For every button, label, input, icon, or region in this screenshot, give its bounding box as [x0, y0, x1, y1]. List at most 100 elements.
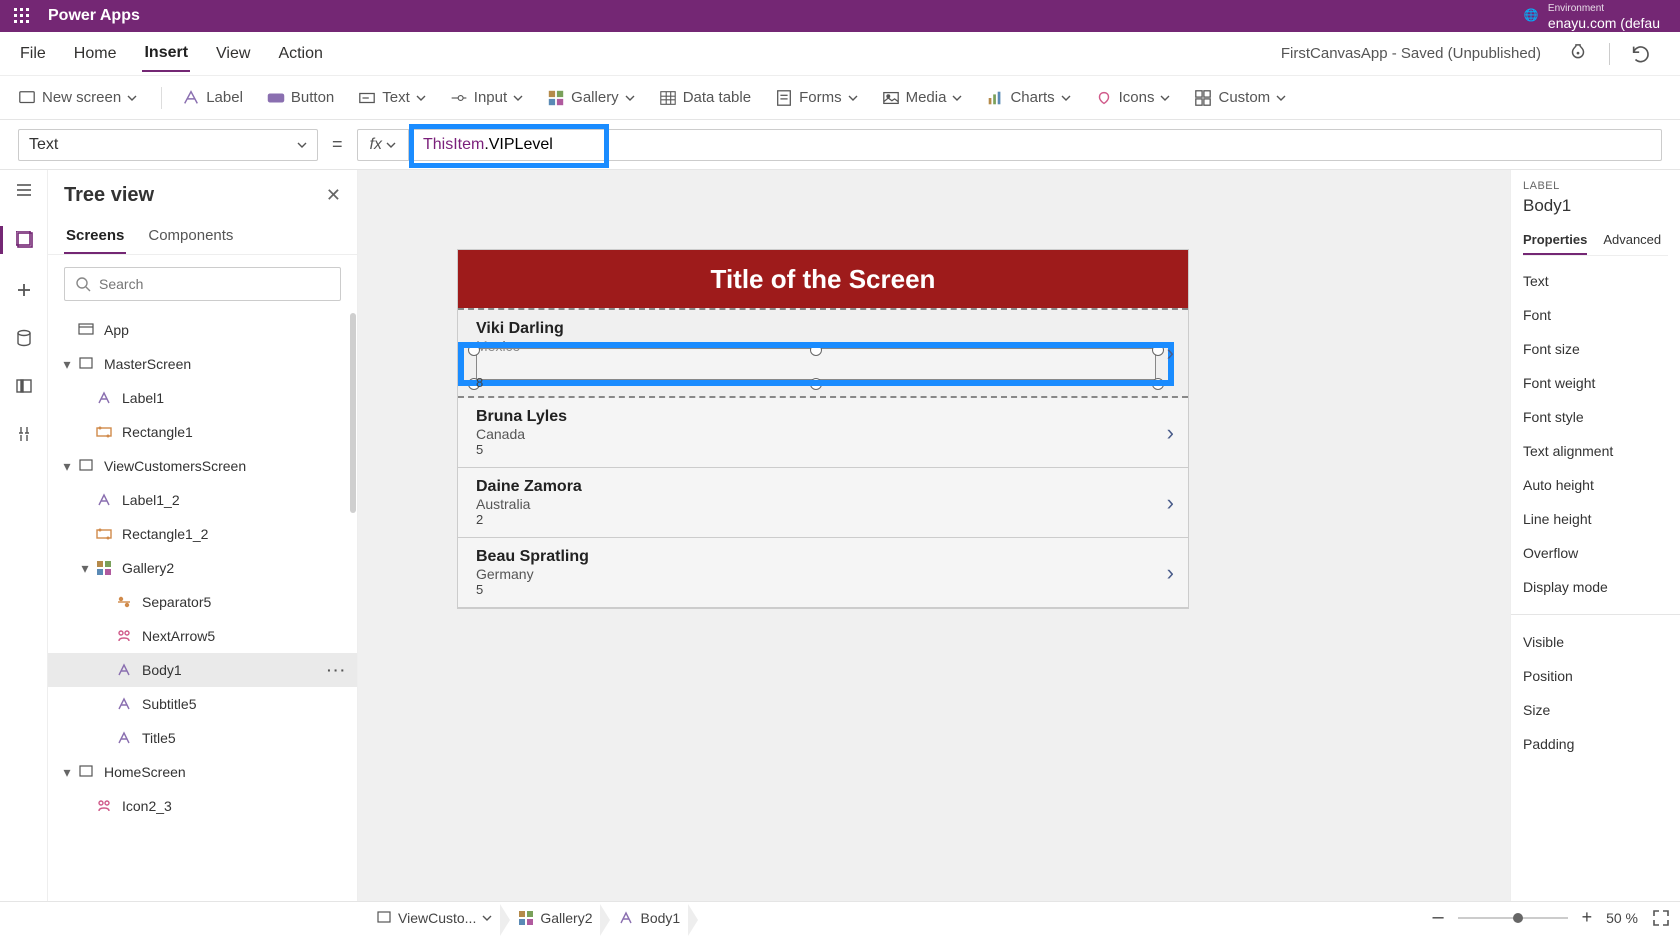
formula-input[interactable]: ThisItem.VIPLevel: [409, 130, 1661, 160]
prop-padding[interactable]: Padding: [1523, 727, 1668, 761]
app-checker-icon[interactable]: [1567, 43, 1589, 65]
prop-auto-height[interactable]: Auto height: [1523, 468, 1668, 502]
chevron-right-icon[interactable]: ›: [1167, 420, 1174, 446]
prop-font-size[interactable]: Font size: [1523, 332, 1668, 366]
gallery-item[interactable]: Daine ZamoraAustralia2›: [458, 468, 1188, 538]
zoom-out-button[interactable]: –: [1432, 906, 1443, 929]
tab-screens[interactable]: Screens: [64, 219, 126, 254]
menu-home[interactable]: Home: [72, 37, 119, 71]
scrollbar[interactable]: [349, 313, 357, 901]
ribbon-gallery[interactable]: Gallery: [547, 89, 635, 107]
screen-preview[interactable]: Title of the Screen Viki DarlingMexico8›…: [458, 250, 1188, 608]
menu-view[interactable]: View: [214, 37, 252, 71]
gallery-item[interactable]: Viki DarlingMexico8›: [458, 308, 1188, 398]
ribbon-input[interactable]: Input: [450, 89, 523, 107]
expand-icon[interactable]: ▾: [58, 764, 76, 781]
hamburger-icon[interactable]: [12, 178, 36, 202]
prop-text-alignment[interactable]: Text alignment: [1523, 434, 1668, 468]
chevron-down-icon: [386, 140, 396, 150]
zoom-slider[interactable]: [1458, 917, 1568, 919]
fx-button[interactable]: fx: [358, 130, 409, 160]
data-icon[interactable]: [12, 326, 36, 350]
prop-text[interactable]: Text: [1523, 264, 1668, 298]
prop-font[interactable]: Font: [1523, 298, 1668, 332]
ribbon-button[interactable]: Button: [267, 89, 334, 107]
expand-icon[interactable]: ▾: [58, 356, 76, 373]
ribbon-icons[interactable]: Icons: [1095, 89, 1171, 107]
ribbon-media[interactable]: Media: [882, 89, 963, 107]
selected-body-control[interactable]: [458, 342, 1174, 386]
canvas[interactable]: Title of the Screen Viki DarlingMexico8›…: [358, 170, 1510, 901]
tree-node-app[interactable]: App: [48, 313, 357, 347]
more-icon[interactable]: ···: [327, 662, 347, 678]
tree-node-title5[interactable]: Title5: [48, 721, 357, 755]
tree-node-label: Body1: [142, 662, 182, 678]
environment-block[interactable]: 🌐 Environment enayu.com (defau: [1524, 2, 1670, 30]
tree-node-separator5[interactable]: Separator5: [48, 585, 357, 619]
tree-list[interactable]: App▾MasterScreenLabel1Rectangle1▾ViewCus…: [48, 313, 357, 901]
media-panel-icon[interactable]: [12, 374, 36, 398]
tree-search[interactable]: [64, 267, 341, 301]
breadcrumb-item[interactable]: Gallery2: [510, 910, 600, 926]
menu-action[interactable]: Action: [276, 37, 324, 71]
ribbon-forms[interactable]: Forms: [775, 89, 858, 107]
tree-node-body1[interactable]: Body1 ···: [48, 653, 357, 687]
gallery-item[interactable]: Bruna LylesCanada5›: [458, 398, 1188, 468]
fit-to-screen-icon[interactable]: [1652, 909, 1670, 927]
breadcrumb-item[interactable]: Body1: [610, 910, 688, 926]
ribbon-text[interactable]: Text: [358, 89, 426, 107]
tree-node-subtitle5[interactable]: Subtitle5: [48, 687, 357, 721]
tree-node-nextarrow5[interactable]: NextArrow5: [48, 619, 357, 653]
tree-node-rectangle1_2[interactable]: Rectangle1_2: [48, 517, 357, 551]
undo-icon[interactable]: [1630, 43, 1652, 65]
prop-visible[interactable]: Visible: [1523, 625, 1668, 659]
insert-icon[interactable]: [12, 278, 36, 302]
arrow-icon: [94, 796, 114, 816]
tree-node-homescreen[interactable]: ▾HomeScreen: [48, 755, 357, 789]
property-selector[interactable]: Text: [18, 129, 318, 161]
close-icon[interactable]: ✕: [326, 185, 341, 206]
tree-node-icon2_3[interactable]: Icon2_3: [48, 789, 357, 823]
selected-control-name[interactable]: Body1: [1523, 196, 1668, 216]
gallery-item[interactable]: Beau SpratlingGermany5›: [458, 538, 1188, 608]
prop-overflow[interactable]: Overflow: [1523, 536, 1668, 570]
property-name: Text: [29, 136, 58, 154]
ribbon-data-table[interactable]: Data table: [659, 89, 751, 107]
menu-insert[interactable]: Insert: [142, 36, 190, 72]
zoom-in-button[interactable]: +: [1582, 907, 1593, 928]
prop-display-mode[interactable]: Display mode: [1523, 570, 1668, 604]
ribbon-label[interactable]: Label: [182, 89, 243, 107]
chevron-down-icon: [848, 93, 858, 103]
prop-font-weight[interactable]: Font weight: [1523, 366, 1668, 400]
tab-components[interactable]: Components: [146, 219, 235, 254]
tree-view-icon[interactable]: [0, 226, 48, 254]
expand-icon[interactable]: ▾: [58, 458, 76, 475]
tree-node-label1[interactable]: Label1: [48, 381, 357, 415]
waffle-icon[interactable]: [10, 4, 34, 28]
chevron-right-icon[interactable]: ›: [1167, 490, 1174, 516]
tree-node-viewcustomersscreen[interactable]: ▾ViewCustomersScreen: [48, 449, 357, 483]
prop-position[interactable]: Position: [1523, 659, 1668, 693]
breadcrumb-item[interactable]: ViewCusto...: [368, 910, 500, 926]
tab-advanced[interactable]: Advanced: [1603, 226, 1661, 255]
prop-size[interactable]: Size: [1523, 693, 1668, 727]
ribbon-new-screen[interactable]: New screen: [18, 89, 137, 107]
tree-node-rectangle1[interactable]: Rectangle1: [48, 415, 357, 449]
menu-bar: File Home Insert View Action FirstCanvas…: [0, 32, 1680, 76]
gallery[interactable]: Viki DarlingMexico8›Bruna LylesCanada5›D…: [458, 308, 1188, 608]
ribbon-charts[interactable]: Charts: [986, 89, 1070, 107]
search-input[interactable]: [99, 276, 330, 292]
menu-file[interactable]: File: [18, 37, 48, 71]
tree-node-label1_2[interactable]: Label1_2: [48, 483, 357, 517]
expand-icon[interactable]: ▾: [76, 560, 94, 577]
chevron-down-icon: [1276, 93, 1286, 103]
tree-node-masterscreen[interactable]: ▾MasterScreen: [48, 347, 357, 381]
prop-font-style[interactable]: Font style: [1523, 400, 1668, 434]
chevron-right-icon[interactable]: ›: [1167, 340, 1174, 366]
tools-icon[interactable]: [12, 422, 36, 446]
tab-properties[interactable]: Properties: [1523, 226, 1587, 255]
tree-node-gallery2[interactable]: ▾Gallery2: [48, 551, 357, 585]
ribbon-custom[interactable]: Custom: [1194, 89, 1286, 107]
chevron-right-icon[interactable]: ›: [1167, 560, 1174, 586]
prop-line-height[interactable]: Line height: [1523, 502, 1668, 536]
